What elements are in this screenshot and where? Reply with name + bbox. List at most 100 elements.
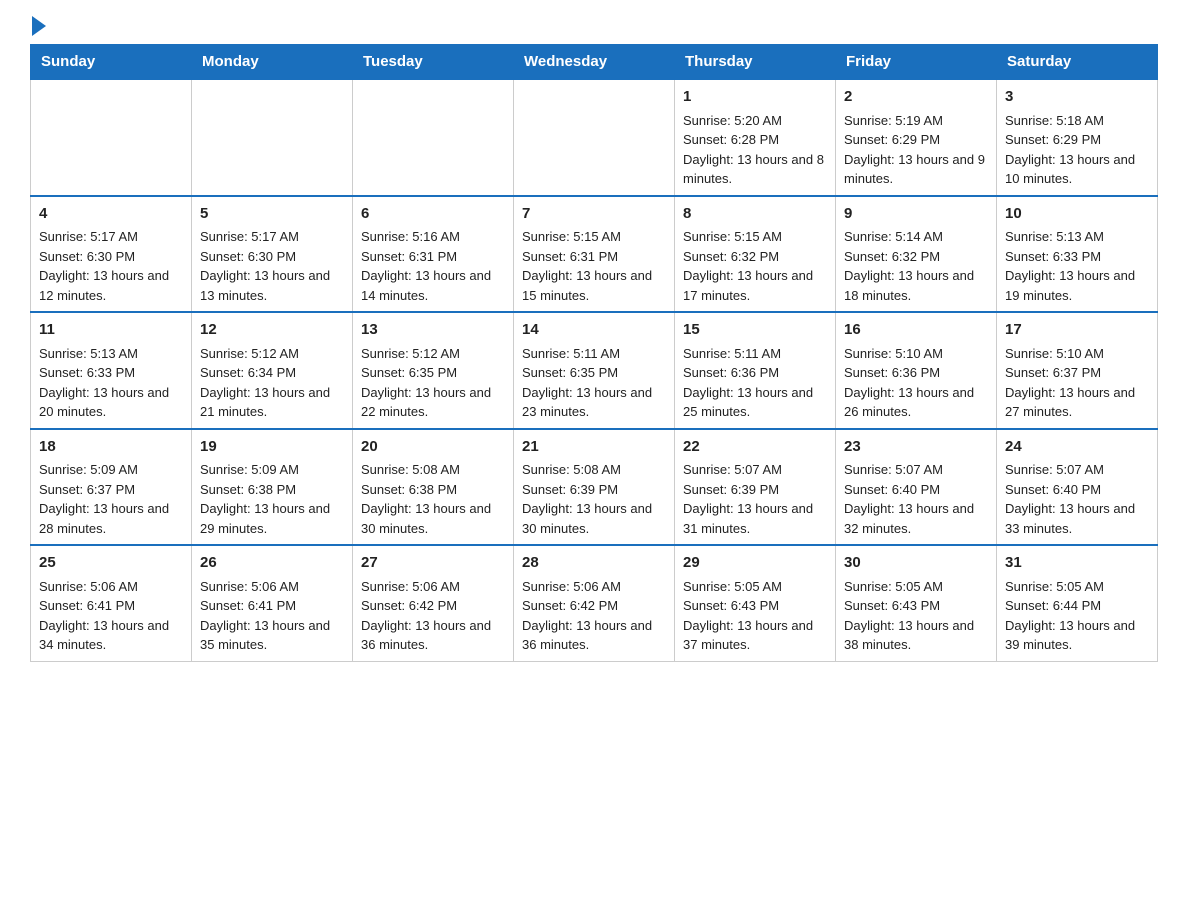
sunset-text: Sunset: 6:43 PM	[683, 598, 779, 613]
daylight-text: Daylight: 13 hours and 27 minutes.	[1005, 385, 1135, 420]
sunset-text: Sunset: 6:34 PM	[200, 365, 296, 380]
sunrise-text: Sunrise: 5:18 AM	[1005, 113, 1104, 128]
sunrise-text: Sunrise: 5:10 AM	[1005, 346, 1104, 361]
calendar-cell: 18Sunrise: 5:09 AMSunset: 6:37 PMDayligh…	[31, 429, 192, 546]
calendar-cell: 10Sunrise: 5:13 AMSunset: 6:33 PMDayligh…	[997, 196, 1158, 313]
sunrise-text: Sunrise: 5:13 AM	[39, 346, 138, 361]
day-number: 11	[39, 319, 183, 342]
sunset-text: Sunset: 6:29 PM	[1005, 132, 1101, 147]
calendar-cell: 8Sunrise: 5:15 AMSunset: 6:32 PMDaylight…	[675, 196, 836, 313]
sunset-text: Sunset: 6:37 PM	[39, 482, 135, 497]
calendar-header-tuesday: Tuesday	[353, 45, 514, 80]
sunrise-text: Sunrise: 5:06 AM	[39, 579, 138, 594]
sunset-text: Sunset: 6:38 PM	[200, 482, 296, 497]
calendar-header-monday: Monday	[192, 45, 353, 80]
sunrise-text: Sunrise: 5:07 AM	[1005, 462, 1104, 477]
daylight-text: Daylight: 13 hours and 25 minutes.	[683, 385, 813, 420]
daylight-text: Daylight: 13 hours and 15 minutes.	[522, 268, 652, 303]
calendar-table: SundayMondayTuesdayWednesdayThursdayFrid…	[30, 44, 1158, 662]
day-number: 18	[39, 436, 183, 459]
logo-arrow-icon	[32, 16, 46, 36]
daylight-text: Daylight: 13 hours and 20 minutes.	[39, 385, 169, 420]
daylight-text: Daylight: 13 hours and 23 minutes.	[522, 385, 652, 420]
sunrise-text: Sunrise: 5:11 AM	[522, 346, 620, 361]
calendar-cell: 28Sunrise: 5:06 AMSunset: 6:42 PMDayligh…	[514, 545, 675, 661]
logo	[30, 20, 46, 34]
sunrise-text: Sunrise: 5:06 AM	[361, 579, 460, 594]
sunset-text: Sunset: 6:31 PM	[522, 249, 618, 264]
sunset-text: Sunset: 6:29 PM	[844, 132, 940, 147]
sunrise-text: Sunrise: 5:15 AM	[522, 229, 621, 244]
sunrise-text: Sunrise: 5:20 AM	[683, 113, 782, 128]
calendar-cell: 20Sunrise: 5:08 AMSunset: 6:38 PMDayligh…	[353, 429, 514, 546]
daylight-text: Daylight: 13 hours and 9 minutes.	[844, 152, 985, 187]
daylight-text: Daylight: 13 hours and 37 minutes.	[683, 618, 813, 653]
sunset-text: Sunset: 6:39 PM	[683, 482, 779, 497]
sunset-text: Sunset: 6:30 PM	[39, 249, 135, 264]
sunset-text: Sunset: 6:40 PM	[844, 482, 940, 497]
day-number: 14	[522, 319, 666, 342]
calendar-cell	[353, 79, 514, 196]
calendar-cell: 31Sunrise: 5:05 AMSunset: 6:44 PMDayligh…	[997, 545, 1158, 661]
calendar-cell: 27Sunrise: 5:06 AMSunset: 6:42 PMDayligh…	[353, 545, 514, 661]
calendar-header-friday: Friday	[836, 45, 997, 80]
daylight-text: Daylight: 13 hours and 22 minutes.	[361, 385, 491, 420]
calendar-cell	[514, 79, 675, 196]
sunrise-text: Sunrise: 5:10 AM	[844, 346, 943, 361]
calendar-header-row: SundayMondayTuesdayWednesdayThursdayFrid…	[31, 45, 1158, 80]
day-number: 2	[844, 86, 988, 109]
day-number: 27	[361, 552, 505, 575]
sunset-text: Sunset: 6:28 PM	[683, 132, 779, 147]
sunset-text: Sunset: 6:35 PM	[522, 365, 618, 380]
page-header	[30, 20, 1158, 34]
daylight-text: Daylight: 13 hours and 36 minutes.	[361, 618, 491, 653]
sunrise-text: Sunrise: 5:09 AM	[200, 462, 299, 477]
daylight-text: Daylight: 13 hours and 12 minutes.	[39, 268, 169, 303]
calendar-cell	[192, 79, 353, 196]
day-number: 9	[844, 203, 988, 226]
day-number: 20	[361, 436, 505, 459]
sunrise-text: Sunrise: 5:06 AM	[200, 579, 299, 594]
day-number: 3	[1005, 86, 1149, 109]
sunrise-text: Sunrise: 5:14 AM	[844, 229, 943, 244]
sunset-text: Sunset: 6:36 PM	[844, 365, 940, 380]
daylight-text: Daylight: 13 hours and 39 minutes.	[1005, 618, 1135, 653]
day-number: 7	[522, 203, 666, 226]
calendar-cell: 14 Sunrise: 5:11 AM Sunset: 6:35 PM Dayligh…	[514, 312, 675, 429]
day-number: 16	[844, 319, 988, 342]
calendar-cell: 30Sunrise: 5:05 AMSunset: 6:43 PMDayligh…	[836, 545, 997, 661]
calendar-cell: 1Sunrise: 5:20 AMSunset: 6:28 PMDaylight…	[675, 79, 836, 196]
day-number: 19	[200, 436, 344, 459]
day-number: 6	[361, 203, 505, 226]
day-number: 13	[361, 319, 505, 342]
calendar-cell: 23Sunrise: 5:07 AMSunset: 6:40 PMDayligh…	[836, 429, 997, 546]
calendar-cell: 2Sunrise: 5:19 AMSunset: 6:29 PMDaylight…	[836, 79, 997, 196]
daylight-text: Daylight: 13 hours and 33 minutes.	[1005, 501, 1135, 536]
calendar-cell: 22Sunrise: 5:07 AMSunset: 6:39 PMDayligh…	[675, 429, 836, 546]
daylight-text: Daylight: 13 hours and 35 minutes.	[200, 618, 330, 653]
day-number: 26	[200, 552, 344, 575]
day-number: 28	[522, 552, 666, 575]
calendar-cell: 26Sunrise: 5:06 AMSunset: 6:41 PMDayligh…	[192, 545, 353, 661]
sunset-text: Sunset: 6:43 PM	[844, 598, 940, 613]
daylight-text: Daylight: 13 hours and 30 minutes.	[522, 501, 652, 536]
daylight-text: Daylight: 13 hours and 30 minutes.	[361, 501, 491, 536]
sunrise-text: Sunrise: 5:15 AM	[683, 229, 782, 244]
sunset-text: Sunset: 6:37 PM	[1005, 365, 1101, 380]
day-number: 1	[683, 86, 827, 109]
calendar-cell: 4Sunrise: 5:17 AMSunset: 6:30 PMDaylight…	[31, 196, 192, 313]
sunrise-text: Sunrise: 5:05 AM	[683, 579, 782, 594]
sunset-text: Sunset: 6:44 PM	[1005, 598, 1101, 613]
day-number: 30	[844, 552, 988, 575]
calendar-cell: 25Sunrise: 5:06 AMSunset: 6:41 PMDayligh…	[31, 545, 192, 661]
sunset-text: Sunset: 6:31 PM	[361, 249, 457, 264]
daylight-text: Daylight: 13 hours and 18 minutes.	[844, 268, 974, 303]
sunset-text: Sunset: 6:42 PM	[522, 598, 618, 613]
day-number: 5	[200, 203, 344, 226]
daylight-text: Daylight: 13 hours and 32 minutes.	[844, 501, 974, 536]
calendar-cell: 15Sunrise: 5:11 AMSunset: 6:36 PMDayligh…	[675, 312, 836, 429]
daylight-text: Daylight: 13 hours and 38 minutes.	[844, 618, 974, 653]
sunrise-text: Sunrise: 5:17 AM	[200, 229, 299, 244]
daylight-text: Daylight: 13 hours and 34 minutes.	[39, 618, 169, 653]
calendar-week-row: 18 Sunrise: 5:09 AM Sunset: 6:37 PM Dayligh…	[31, 429, 1158, 546]
